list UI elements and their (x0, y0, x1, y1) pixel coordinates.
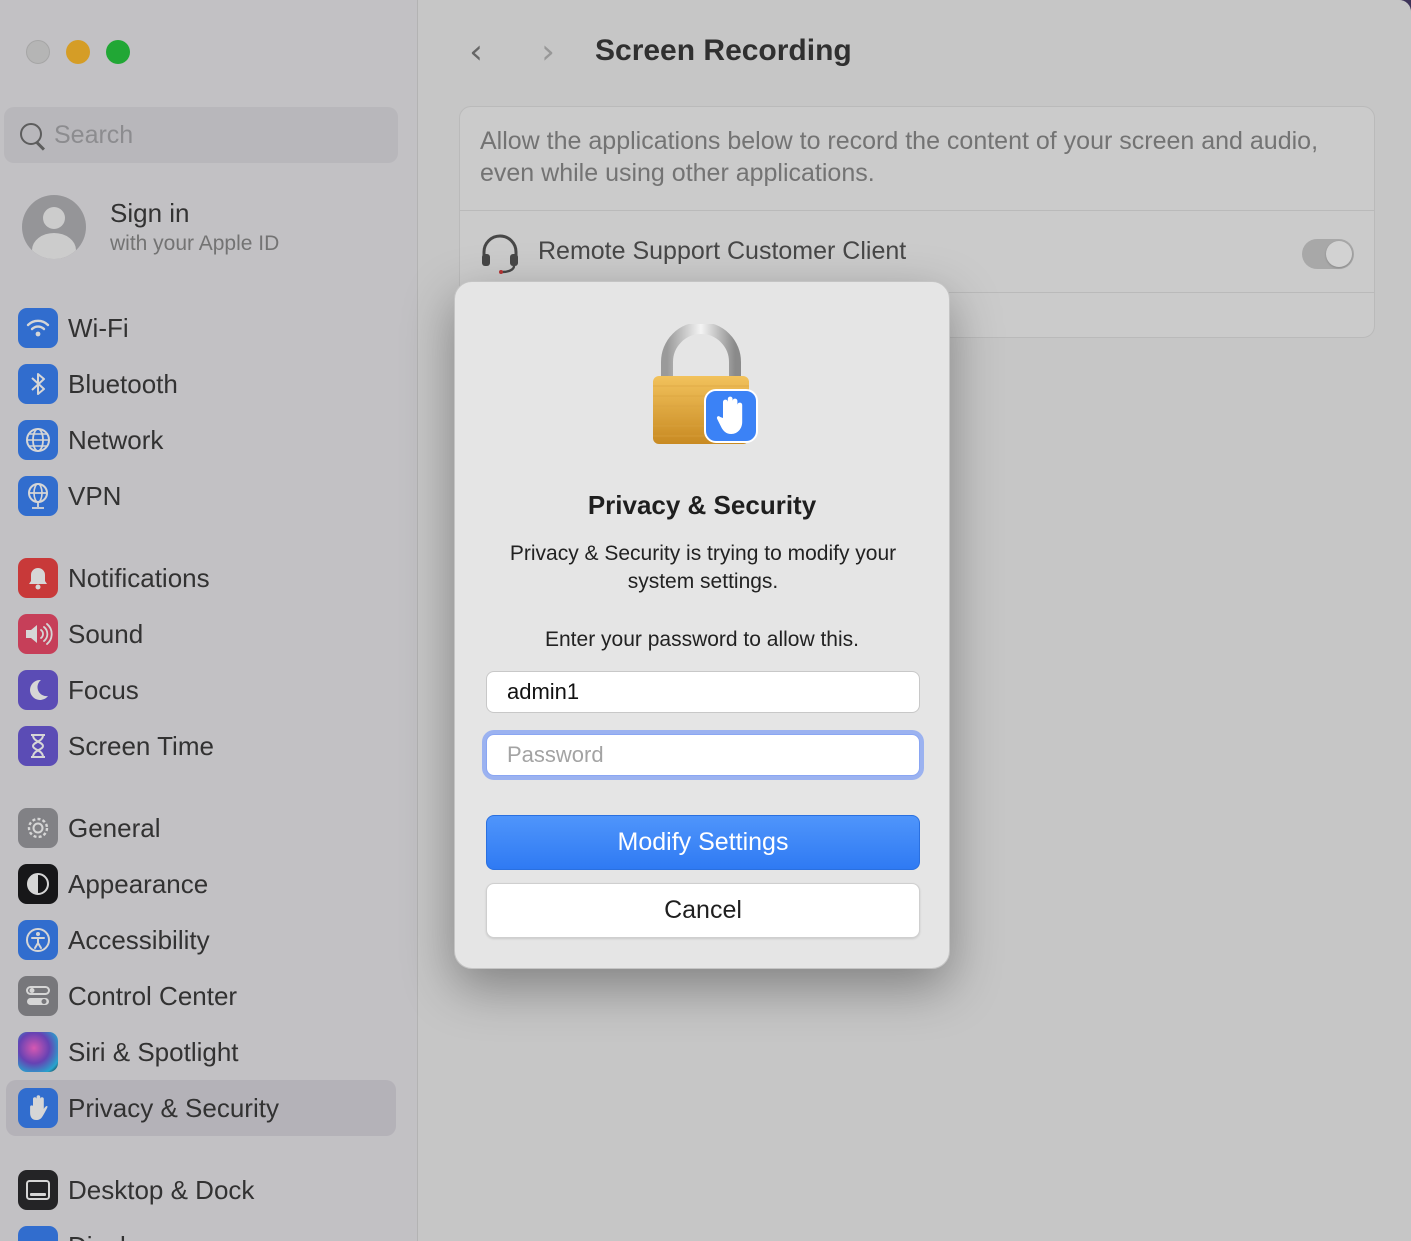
dialog-prompt: Enter your password to allow this. (545, 628, 859, 651)
cancel-button[interactable]: Cancel (486, 883, 920, 938)
dialog-message: Privacy & Security is trying to modify y… (509, 542, 897, 593)
modify-settings-button[interactable]: Modify Settings (486, 815, 920, 870)
password-field[interactable] (486, 734, 920, 776)
username-field[interactable] (486, 671, 920, 713)
lock-icon (651, 322, 763, 448)
dialog-title: Privacy & Security (587, 490, 817, 520)
authentication-dialog: Privacy & Security Privacy & Security is… (454, 281, 950, 969)
